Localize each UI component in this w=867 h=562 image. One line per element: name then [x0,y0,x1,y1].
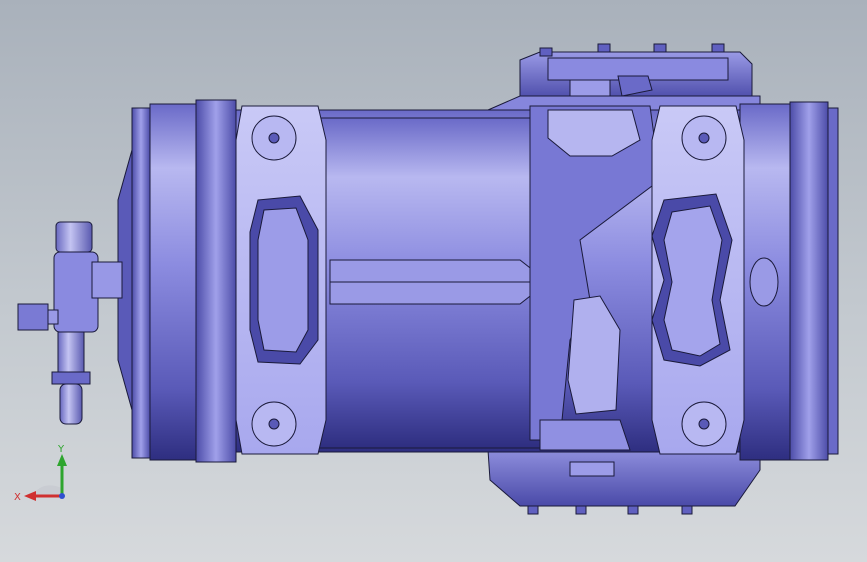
y-axis-arrow [57,454,67,466]
compressor-3d-model[interactable] [0,0,867,562]
top-cover-box [487,43,761,111]
x-axis-arrow [24,491,36,501]
z-axis-point [59,493,65,499]
left-end-cap [117,99,237,463]
triad-z-shadow [32,485,62,496]
x-axis-label: X [14,492,21,503]
graphics-viewport[interactable]: X Y [0,0,867,562]
service-valve [17,221,123,425]
orientation-triad[interactable]: X Y [12,440,82,510]
left-mounting-plate [235,105,327,455]
y-axis-label: Y [57,444,65,455]
